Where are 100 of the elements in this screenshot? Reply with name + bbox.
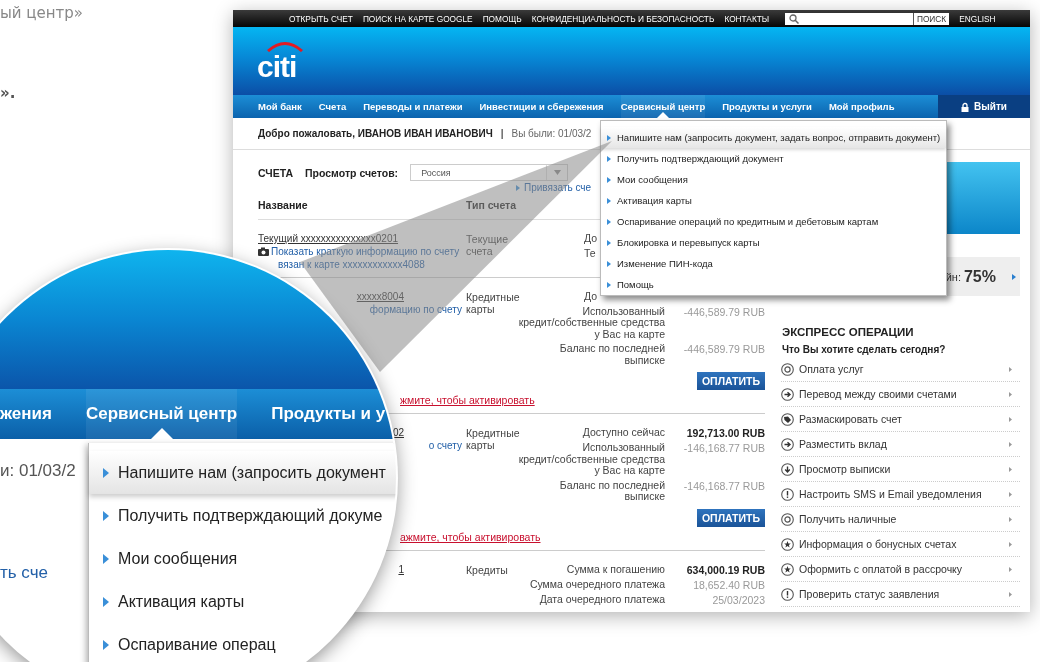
- caret-icon: [553, 170, 561, 175]
- menu-item[interactable]: Изменение ПИН-кода: [601, 253, 946, 274]
- arrow-icon: [1009, 391, 1012, 397]
- column-header: Тип счета: [466, 199, 517, 211]
- pay-button[interactable]: ОПЛАТИТЬ: [696, 509, 765, 527]
- arrow-icon: [1012, 273, 1016, 280]
- activate-link[interactable]: жмите, чтобы активировать: [400, 394, 535, 407]
- alert-icon: [781, 587, 794, 601]
- country-select[interactable]: Россия: [410, 164, 569, 181]
- nav-tab[interactable]: Сервисный центр: [85, 389, 238, 439]
- quick-action[interactable]: Разместить вклад: [781, 432, 1020, 457]
- info-link[interactable]: о счету: [428, 440, 462, 452]
- arrow-icon: [1009, 416, 1012, 422]
- top-link[interactable]: ПОИСК НА КАРТЕ GOOGLE: [362, 13, 473, 24]
- bullet-icon: [103, 467, 109, 478]
- nav-tab[interactable]: Счета: [318, 95, 347, 118]
- field-label: Просмотр счетов:: [305, 166, 399, 179]
- pay-button[interactable]: ОПЛАТИТЬ: [696, 372, 765, 391]
- quick-action[interactable]: Получить наличные: [781, 507, 1020, 532]
- nav-tab[interactable]: жения: [0, 389, 52, 439]
- detail-value: 25/03/2023: [711, 594, 765, 606]
- quick-action[interactable]: Настроить SMS и Email уведомления: [781, 482, 1020, 507]
- section-title: СЧЕТА: [258, 166, 294, 179]
- alert-icon: [781, 487, 794, 501]
- menu-item[interactable]: Помощь: [601, 274, 946, 295]
- detail-label: Дата очередного платежа: [538, 594, 665, 606]
- detail-label: Использованный кредит/собственные средства у Вас на карте: [517, 305, 665, 341]
- promo-text: йн:: [945, 270, 961, 283]
- nav-tab[interactable]: Мой банк: [258, 95, 302, 118]
- menu-item[interactable]: Получить подтверждающий документ: [601, 148, 946, 169]
- menu-item[interactable]: Мои сообщения: [89, 537, 396, 580]
- account-link[interactable]: 02: [392, 427, 404, 439]
- bullet-icon: [607, 155, 611, 162]
- quick-action[interactable]: Оплата услуг: [781, 357, 1020, 382]
- bullet-icon: [607, 239, 611, 246]
- menu-item[interactable]: Оспаривание операций по кредитным и дебетовым картам: [601, 211, 946, 232]
- detail-value: -146,168.77 RUB: [682, 442, 765, 457]
- menu-item[interactable]: Получить подтверждающий докуме: [89, 494, 396, 537]
- article-text: ый центр»: [0, 4, 85, 22]
- activate-link[interactable]: ажмите, чтобы активировать: [400, 531, 541, 543]
- nav-tab[interactable]: Переводы и платежи: [363, 95, 463, 118]
- camera-icon: [258, 247, 269, 256]
- coin-icon: [781, 512, 794, 526]
- quick-action[interactable]: Перевод между своими счетами: [781, 382, 1020, 407]
- nav-tab[interactable]: Мой профиль: [828, 95, 895, 118]
- bullet-icon: [103, 510, 109, 521]
- detail-value: -446,589.79 RUB: [682, 343, 765, 358]
- quick-action[interactable]: Размаскировать счет: [781, 407, 1020, 432]
- logout-button[interactable]: Выйти: [938, 95, 1030, 118]
- section-title: ЭКСПРЕСС ОПЕРАЦИИ: [781, 326, 915, 338]
- menu-item[interactable]: Мои сообщения: [601, 169, 946, 190]
- top-link[interactable]: КОНФИДЕНЦИАЛЬНОСТЬ И БЕЗОПАСНОСТЬ: [531, 13, 715, 24]
- menu-item[interactable]: Оспаривание операц: [89, 623, 396, 662]
- account-type: Кредиты: [466, 564, 509, 578]
- logo[interactable]: citi: [257, 39, 300, 83]
- detail-value: -446,589.79 RUB: [682, 305, 765, 320]
- account-type: Кредитные карты: [466, 427, 518, 454]
- quick-action[interactable]: Оформить с оплатой в рассрочку: [781, 557, 1020, 582]
- menu-item[interactable]: Активация карты: [89, 580, 396, 623]
- account-link[interactable]: 1: [398, 564, 404, 575]
- arrow-icon: [1009, 491, 1012, 497]
- detail-label: Использованный кредит/собственные средства у Вас на карте: [517, 442, 665, 477]
- tag-icon: [781, 412, 794, 426]
- quick-action[interactable]: Просмотр выписки: [781, 457, 1020, 482]
- menu-item[interactable]: Блокировка и перевыпуск карты: [601, 232, 946, 253]
- bind-link[interactable]: ть сче: [0, 563, 48, 583]
- language-link[interactable]: ENGLISH: [959, 13, 996, 24]
- top-link[interactable]: КОНТАКТЫ: [724, 13, 770, 24]
- nav-tab[interactable]: Продукты и услуги: [722, 95, 812, 118]
- arrow-icon: [1009, 441, 1012, 447]
- detail-label: До: [584, 232, 598, 244]
- arrow-icon: [1009, 466, 1012, 472]
- section-subtitle: Что Вы хотите сделать сегодня?: [781, 344, 947, 355]
- coin-icon: [781, 362, 794, 376]
- nav-tab[interactable]: Продукты и у: [271, 389, 386, 439]
- nav-tab[interactable]: Инвестиции и сбережения: [479, 95, 604, 118]
- quick-action[interactable]: Проверить статус заявления: [781, 582, 1020, 607]
- search-icon: [789, 13, 800, 24]
- welcome-text: Добро пожаловать, ИВАНОВ ИВАН ИВАНОВИЧ: [258, 128, 493, 139]
- article-text: ».: [0, 84, 17, 102]
- bullet-icon: [103, 553, 109, 564]
- promo-percent: 75%: [963, 267, 996, 286]
- menu-item[interactable]: Напишите нам (запросить документ: [89, 451, 396, 494]
- arrow-circle-icon: [781, 437, 794, 451]
- quick-action[interactable]: Информация о бонусных счетах: [781, 532, 1020, 557]
- bullet-icon: [516, 184, 520, 191]
- menu-item[interactable]: Напишите нам (запросить документ, задать вопрос, отправить документ): [601, 127, 946, 148]
- bullet-icon: [607, 218, 611, 225]
- bind-link[interactable]: Привязать сче: [524, 182, 592, 193]
- search-field[interactable]: ПОИСК: [785, 12, 950, 25]
- column-header: Название: [258, 199, 309, 211]
- top-link[interactable]: ПОМОЩЬ: [482, 13, 522, 24]
- last-visit: Вы были: 01/03/2: [511, 128, 592, 139]
- detail-label: Баланс по последней выписке: [558, 343, 665, 367]
- lock-icon: [961, 101, 969, 112]
- menu-item[interactable]: Активация карты: [601, 190, 946, 211]
- account-link[interactable]: Текущий xxxxxxxxxxxxxxx0201: [258, 233, 399, 244]
- top-link[interactable]: ОТКРЫТЬ СЧЕТ: [289, 13, 353, 24]
- separator: |: [500, 128, 504, 139]
- nav-tab[interactable]: Сервисный центр: [620, 95, 706, 118]
